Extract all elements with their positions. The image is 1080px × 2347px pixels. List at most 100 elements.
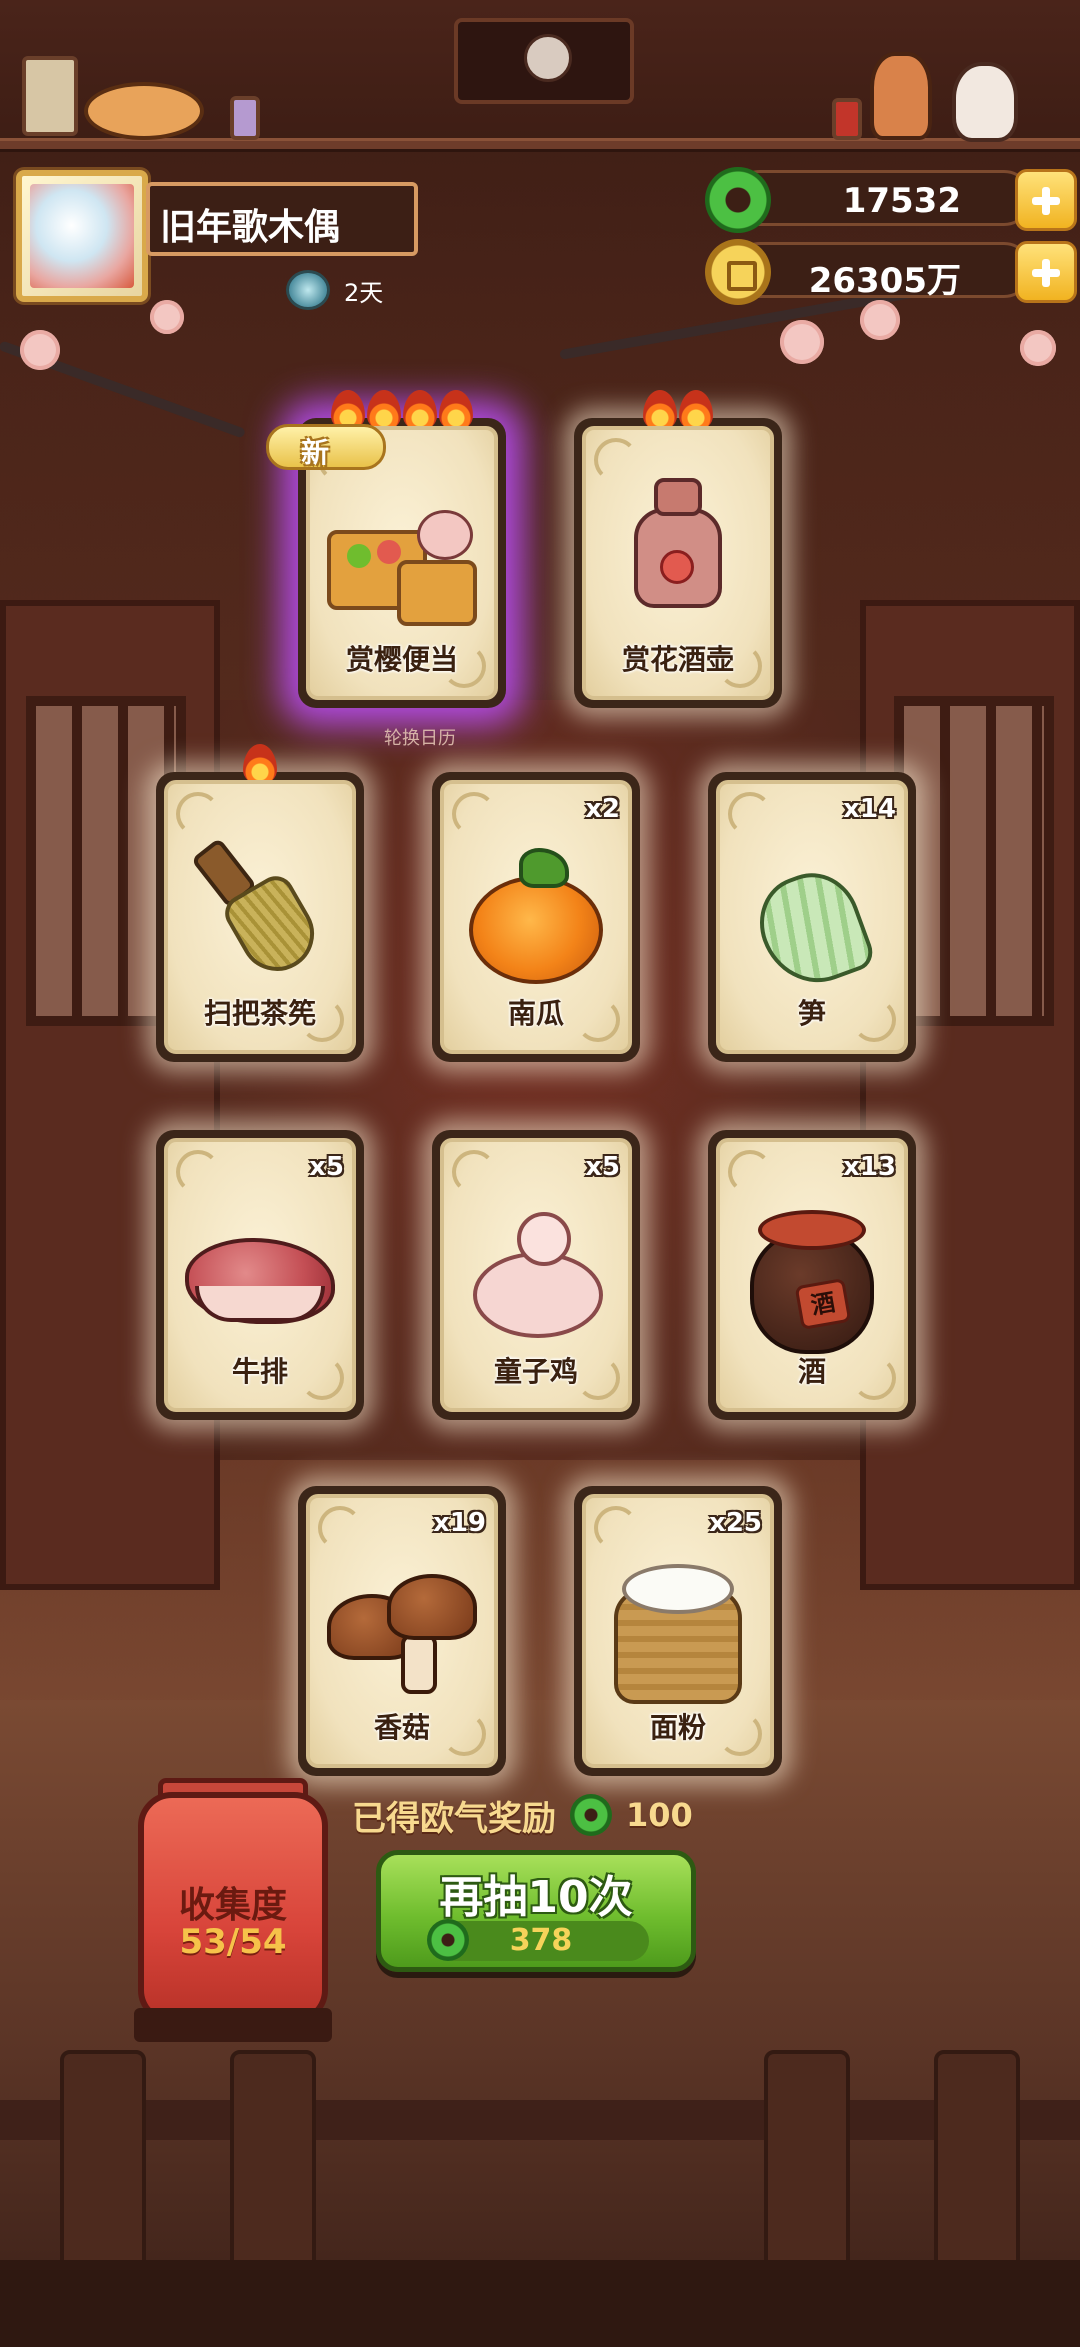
avatar-image	[30, 184, 134, 288]
item-card[interactable]: x19 香菇	[298, 1486, 506, 1776]
player-name-plate: 旧年歌木偶	[146, 182, 418, 256]
card-face: 赏花酒壶	[582, 426, 774, 700]
fence-base	[0, 2260, 1080, 2347]
card-face: x13 酒 酒	[716, 1138, 908, 1412]
card-name: 童子鸡	[493, 1355, 578, 1388]
item-card[interactable]: x13 酒 酒	[708, 1130, 916, 1420]
item-count: x25	[709, 1508, 762, 1538]
paw-tag-decoration	[22, 56, 78, 136]
blossom-icon	[150, 300, 184, 334]
card-name: 香菇	[373, 1711, 430, 1744]
right-door	[860, 600, 1080, 1590]
item-card[interactable]: 扫把茶筅	[156, 744, 364, 1062]
draw-cost-value: 378	[509, 1923, 573, 1958]
draw-ten-again-button[interactable]: 再抽10次 378	[376, 1850, 696, 1972]
flame-icon	[643, 390, 677, 430]
rarity-flames	[156, 744, 364, 784]
card-face: x19 香菇	[306, 1494, 498, 1768]
flame-icon	[679, 390, 713, 430]
item-card[interactable]: x25 面粉	[574, 1486, 782, 1776]
flame-icon	[439, 390, 473, 430]
coin-currency-bar: 26305万	[705, 239, 1077, 305]
character-figure-icon	[870, 52, 932, 140]
sake-bottle-icon	[630, 478, 726, 608]
item-count: x5	[309, 1152, 344, 1182]
item-count: x5	[585, 1152, 620, 1182]
reward-value: 100	[626, 1796, 693, 1834]
coin-amount: 26305万	[808, 261, 961, 301]
item-card[interactable]: x5 童子鸡	[432, 1130, 640, 1420]
coin-icon	[705, 239, 771, 305]
card-name: 酒	[797, 1355, 826, 1388]
rarity-flames	[574, 390, 782, 430]
flame-icon	[367, 390, 401, 430]
blossom-icon	[780, 320, 824, 364]
collection-progress: 53/54	[179, 1922, 287, 1962]
card-name: 牛排	[231, 1355, 288, 1388]
new-badge-label: 新	[301, 436, 330, 469]
jade-amount: 17532	[842, 181, 961, 221]
jade-currency-bar: 17532	[705, 167, 1077, 233]
item-card[interactable]: 赏樱便当 新	[266, 390, 506, 708]
item-card[interactable]: x14 笋	[708, 772, 916, 1062]
card-face: x14 笋	[716, 780, 908, 1054]
item-card[interactable]: x2 南瓜	[432, 772, 640, 1062]
draw-cost: 378	[427, 1919, 649, 1961]
item-count: x2	[585, 794, 620, 824]
days-counter: 2天	[286, 270, 383, 310]
avatar[interactable]	[16, 170, 148, 302]
collection-lantern-button[interactable]: 收集度 53/54	[138, 1792, 328, 2024]
item-count: x19	[433, 1508, 486, 1538]
item-card[interactable]: x5 牛排	[156, 1130, 364, 1420]
scroll-character-icon	[524, 34, 572, 82]
card-name: 南瓜	[507, 997, 564, 1030]
flame-icon	[403, 390, 437, 430]
add-jade-button[interactable]	[1015, 169, 1077, 231]
reward-label: 已得欧气奖励	[352, 1798, 556, 1839]
card-name: 赏花酒壶	[621, 643, 734, 676]
lantern-base	[134, 2008, 332, 2042]
card-face: 扫把茶筅	[164, 780, 356, 1054]
player-name: 旧年歌木偶	[160, 207, 341, 248]
card-name: 笋	[797, 997, 826, 1030]
days-text: 2天	[344, 278, 384, 307]
blossom-icon	[860, 300, 900, 340]
jade-icon	[570, 1794, 612, 1836]
fence-rail	[0, 2100, 1080, 2140]
rotate-calendar-label: 轮换日历	[384, 728, 456, 749]
card-name: 扫把茶筅	[203, 997, 316, 1030]
wine-jar-icon: 酒	[742, 1206, 882, 1356]
item-count: x13	[843, 1152, 896, 1182]
flame-icon	[243, 744, 277, 784]
draw-button-label: 再抽10次	[439, 1872, 633, 1923]
flour-sack-icon	[608, 1558, 748, 1708]
chicken-icon	[461, 1212, 611, 1342]
luck-reward-line: 已得欧气奖励 100	[352, 1792, 693, 1839]
steak-icon	[185, 1228, 335, 1328]
wine-jar-label: 酒	[794, 1277, 852, 1331]
card-face: x25 面粉	[582, 1494, 774, 1768]
collection-title: 收集度	[178, 1885, 287, 1926]
window-lattice	[894, 696, 1054, 1026]
tea-whisk-icon	[190, 834, 328, 985]
card-face: x5 牛排	[164, 1138, 356, 1412]
mushroom-icon	[327, 1574, 477, 1704]
blossom-icon	[1020, 330, 1056, 366]
add-coins-button[interactable]	[1015, 241, 1077, 303]
rice-bowl-icon	[286, 270, 330, 310]
bamboo-shoot-icon	[746, 854, 878, 998]
jar-decoration	[832, 98, 862, 140]
blossom-icon	[20, 330, 60, 370]
pumpkin-icon	[461, 848, 611, 988]
card-face: x2 南瓜	[440, 780, 632, 1054]
hanging-scroll-decoration	[454, 18, 634, 104]
sleeping-cat-icon	[84, 82, 204, 140]
card-face: x5 童子鸡	[440, 1138, 632, 1412]
item-count: x14	[843, 794, 896, 824]
shelf-board	[0, 138, 1080, 152]
white-cat-icon	[952, 62, 1018, 142]
item-card[interactable]: 赏花酒壶	[574, 390, 782, 708]
bento-icon	[327, 510, 477, 630]
jade-icon	[705, 167, 771, 233]
card-name: 面粉	[649, 1711, 706, 1744]
